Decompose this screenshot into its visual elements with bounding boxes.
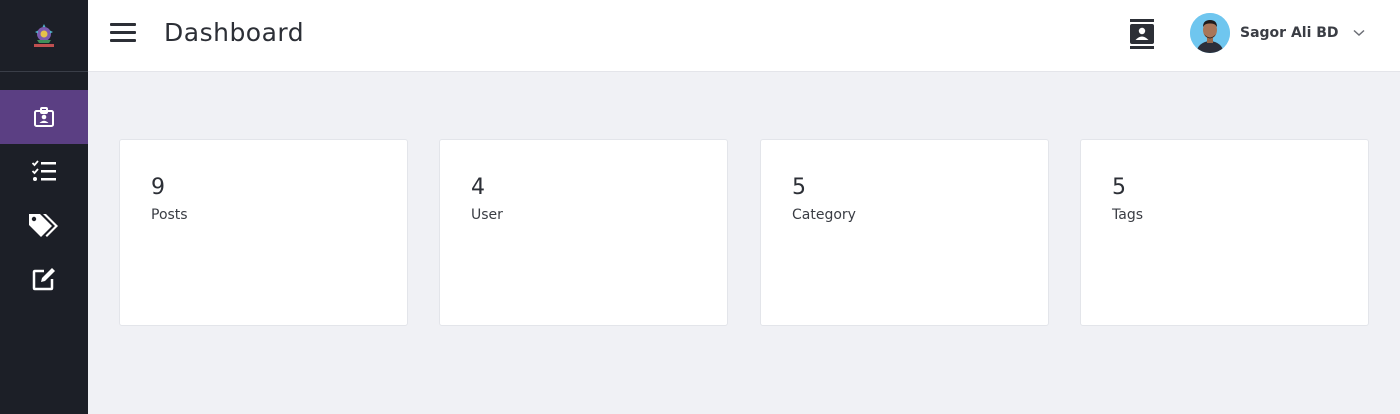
top-header: Dashboard Sagor Ali BD xyxy=(88,0,1400,72)
tags-icon xyxy=(29,214,58,237)
avatar xyxy=(1190,13,1230,53)
checklist-icon xyxy=(31,160,56,181)
stat-label: Posts xyxy=(151,207,188,223)
edit-icon xyxy=(32,268,55,291)
logo-icon xyxy=(34,23,54,47)
sidebar-nav xyxy=(0,90,88,306)
hamburger-line xyxy=(110,31,136,34)
sidebar-item-tags[interactable] xyxy=(0,198,88,252)
contacts-button[interactable] xyxy=(1128,19,1156,53)
sidebar-logo[interactable] xyxy=(0,0,88,72)
chevron-down-icon xyxy=(1353,29,1365,37)
id-badge-icon xyxy=(34,107,54,127)
menu-toggle-button[interactable] xyxy=(110,23,136,45)
stat-card-tags[interactable]: 5 Tags xyxy=(1080,139,1369,326)
hamburger-line xyxy=(110,39,136,42)
stat-card-posts[interactable]: 9 Posts xyxy=(119,139,408,326)
sidebar-item-edit[interactable] xyxy=(0,252,88,306)
stat-value: 5 xyxy=(1112,175,1126,200)
sidebar xyxy=(0,0,88,414)
stat-value: 4 xyxy=(471,175,485,200)
stat-card-category[interactable]: 5 Category xyxy=(760,139,1049,326)
user-name: Sagor Ali BD xyxy=(1240,25,1339,41)
stat-value: 5 xyxy=(792,175,806,200)
stat-value: 9 xyxy=(151,175,165,200)
stat-label: Category xyxy=(792,207,856,223)
stat-label: Tags xyxy=(1112,207,1143,223)
stat-card-user[interactable]: 4 User xyxy=(439,139,728,326)
hamburger-line xyxy=(110,23,136,26)
page-title: Dashboard xyxy=(164,18,305,47)
user-menu[interactable]: Sagor Ali BD xyxy=(1190,12,1365,54)
stat-label: User xyxy=(471,207,503,223)
contact-book-icon xyxy=(1130,19,1154,49)
sidebar-item-posts[interactable] xyxy=(0,144,88,198)
sidebar-item-dashboard[interactable] xyxy=(0,90,88,144)
